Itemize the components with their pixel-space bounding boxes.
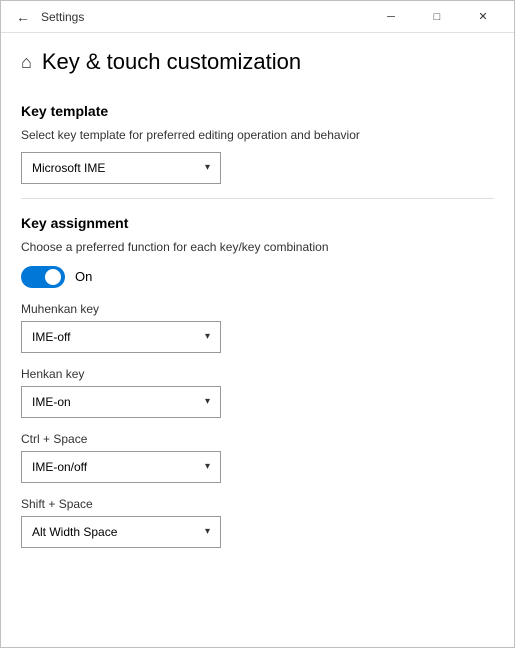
settings-window: ← Settings ─ □ ✕ ⌂ Key & touch customiza… (0, 0, 515, 648)
muhenkan-wrapper: Muhenkan key IME-off ▾ (21, 302, 494, 353)
maximize-button[interactable]: □ (414, 1, 460, 33)
ctrl-space-chevron: ▾ (205, 461, 210, 472)
key-assignment-section: Key assignment Choose a preferred functi… (21, 215, 494, 548)
template-dropdown-chevron: ▾ (205, 162, 210, 173)
shift-space-dropdown[interactable]: Alt Width Space ▾ (21, 516, 221, 548)
shift-space-chevron: ▾ (205, 526, 210, 537)
ctrl-space-label: Ctrl + Space (21, 432, 494, 446)
muhenkan-chevron: ▾ (205, 331, 210, 342)
toggle-knob (45, 269, 61, 285)
ctrl-space-dropdown[interactable]: IME-on/off ▾ (21, 451, 221, 483)
shift-space-label: Shift + Space (21, 497, 494, 511)
key-template-section-title: Key template (21, 103, 494, 119)
muhenkan-value: IME-off (32, 330, 70, 344)
template-dropdown[interactable]: Microsoft IME ▾ (21, 152, 221, 184)
ctrl-space-wrapper: Ctrl + Space IME-on/off ▾ (21, 432, 494, 483)
back-button[interactable]: ← (9, 3, 37, 31)
muhenkan-dropdown[interactable]: IME-off ▾ (21, 321, 221, 353)
muhenkan-label: Muhenkan key (21, 302, 494, 316)
section-divider (21, 198, 494, 199)
shift-space-wrapper: Shift + Space Alt Width Space ▾ (21, 497, 494, 548)
henkan-wrapper: Henkan key IME-on ▾ (21, 367, 494, 418)
close-button[interactable]: ✕ (460, 1, 506, 33)
key-template-section: Key template Select key template for pre… (21, 103, 494, 184)
henkan-chevron: ▾ (205, 396, 210, 407)
toggle-label: On (75, 269, 92, 284)
ctrl-space-value: IME-on/off (32, 460, 87, 474)
henkan-value: IME-on (32, 395, 71, 409)
window-title: Settings (41, 10, 368, 24)
henkan-label: Henkan key (21, 367, 494, 381)
key-assignment-toggle[interactable] (21, 266, 65, 288)
key-assignment-section-title: Key assignment (21, 215, 494, 231)
page-title: Key & touch customization (42, 49, 301, 75)
minimize-button[interactable]: ─ (368, 1, 414, 33)
henkan-dropdown[interactable]: IME-on ▾ (21, 386, 221, 418)
key-assignment-toggle-row: On (21, 266, 494, 288)
window-controls: ─ □ ✕ (368, 1, 506, 33)
title-bar: ← Settings ─ □ ✕ (1, 1, 514, 33)
key-assignment-description: Choose a preferred function for each key… (21, 239, 494, 256)
template-dropdown-value: Microsoft IME (32, 161, 105, 175)
page-content: ⌂ Key & touch customization Key template… (1, 33, 514, 647)
page-header: ⌂ Key & touch customization (21, 33, 494, 87)
shift-space-value: Alt Width Space (32, 525, 117, 539)
key-template-description: Select key template for preferred editin… (21, 127, 494, 144)
home-icon: ⌂ (21, 52, 32, 73)
template-dropdown-wrapper: Microsoft IME ▾ (21, 152, 494, 184)
